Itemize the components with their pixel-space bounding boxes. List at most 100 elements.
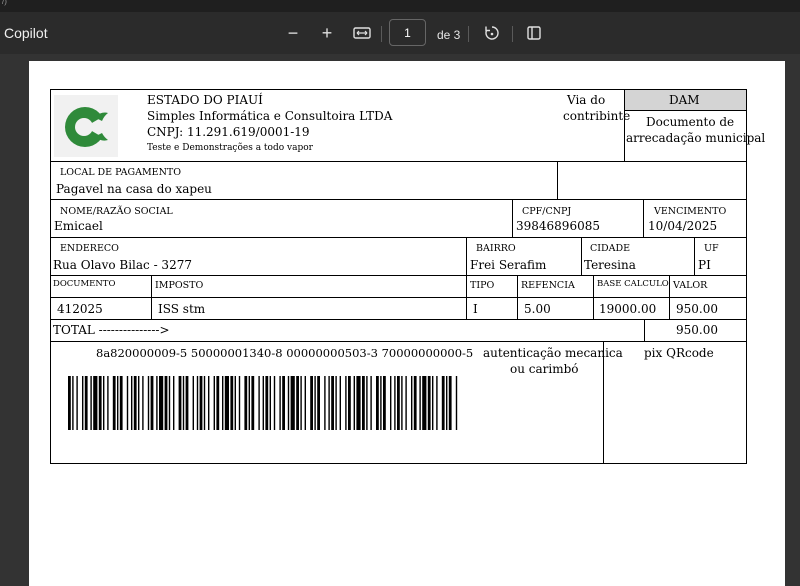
rule — [466, 275, 467, 319]
barcode-bar — [310, 376, 313, 430]
barcode-bar — [356, 376, 361, 430]
barcode-bar — [168, 376, 171, 430]
barcode — [68, 376, 458, 430]
auth-label-2: ou carimbó — [510, 362, 579, 376]
endereco-value: Rua Olavo Bilac - 3277 — [53, 258, 192, 272]
barcode-bar — [324, 376, 326, 430]
col-imposto: IMPOSTO — [155, 280, 204, 291]
cidade-value: Teresina — [584, 258, 636, 272]
page-view-button[interactable] — [521, 20, 547, 46]
barcode-bar — [133, 376, 137, 430]
barcode-bar — [411, 376, 413, 430]
barcode-bar — [216, 376, 220, 430]
barcode-bar — [317, 376, 320, 430]
rule — [581, 237, 582, 275]
row-tipo: I — [473, 302, 478, 316]
rule — [694, 237, 695, 275]
barcode-bar — [370, 376, 372, 430]
barcode-bar — [107, 376, 109, 430]
barcode-bar — [119, 376, 123, 430]
via-label-1: Via do — [567, 93, 606, 107]
barcode-bar — [401, 376, 403, 430]
barcode-bar — [93, 376, 98, 430]
uf-value: PI — [698, 258, 711, 272]
barcode-bar — [90, 376, 92, 430]
barcode-bar — [335, 376, 337, 430]
bairro-label: BAIRRO — [476, 243, 516, 254]
rule — [50, 341, 747, 342]
barcode-bar — [251, 376, 255, 430]
barcode-bar — [348, 376, 351, 430]
barcode-bar — [366, 376, 368, 430]
fit-width-icon — [353, 27, 371, 39]
total-label: TOTAL ---------------> — [53, 323, 170, 337]
barcode-bar — [131, 376, 133, 430]
page-count: de 3 — [437, 28, 461, 42]
barcode-bar — [230, 376, 234, 430]
barcode-bar — [84, 376, 88, 430]
auth-label-1: autenticação mecanica — [483, 346, 623, 360]
zoom-out-button[interactable]: − — [280, 20, 306, 46]
fit-width-button[interactable] — [349, 20, 375, 46]
col-documento: DOCUMENTO — [53, 279, 116, 289]
barcode-bar — [262, 376, 264, 430]
barcode-bar — [98, 376, 102, 430]
barcode-bar — [178, 376, 182, 430]
col-tipo: TIPO — [470, 280, 495, 291]
rule — [643, 199, 644, 237]
nome-label: NOME/RAZÃO SOCIAL — [60, 206, 173, 217]
zoom-in-button[interactable]: + — [314, 20, 340, 46]
page-number-input[interactable] — [389, 19, 426, 46]
company-name: Simples Informática e Consultoira LTDA — [147, 109, 393, 123]
barcode-bar — [413, 376, 417, 430]
barcode-bar — [138, 376, 140, 430]
barcode-bar — [279, 376, 281, 430]
barcode-bar — [300, 376, 302, 430]
rule — [50, 275, 747, 276]
company-logo — [54, 95, 118, 157]
nome-value: Emicael — [54, 219, 103, 233]
barcode-bar — [196, 376, 199, 430]
barcode-bar — [383, 376, 386, 430]
barcode-bar — [238, 376, 241, 430]
page-view-icon — [527, 26, 541, 40]
plus-icon: + — [321, 22, 333, 43]
barcode-bar — [273, 376, 276, 430]
barcode-bar — [164, 376, 168, 430]
barcode-bar — [213, 376, 215, 430]
barcode-bar — [203, 376, 206, 430]
barcode-bar — [328, 376, 330, 430]
barcode-bar — [436, 376, 438, 430]
barcode-bar — [173, 376, 175, 430]
company-tagline: Teste e Demonstrações a todo vapor — [147, 143, 313, 153]
barcode-bar — [222, 376, 224, 430]
barcode-bar — [441, 376, 445, 430]
uf-label: UF — [704, 243, 719, 254]
rule — [50, 237, 747, 238]
barcode-bar — [156, 376, 158, 430]
barcode-bar — [72, 376, 74, 430]
rotate-button[interactable] — [479, 20, 505, 46]
barcode-bar — [390, 376, 392, 430]
minus-icon: − — [287, 22, 299, 43]
barcode-bar — [339, 376, 341, 430]
rule — [669, 275, 670, 319]
barcode-bar — [68, 376, 71, 430]
barcode-bar — [159, 376, 164, 430]
rule — [512, 199, 513, 237]
app-title: Copilot — [4, 25, 48, 41]
total-value: 950.00 — [676, 323, 718, 337]
cpf-value: 39846896085 — [516, 219, 600, 233]
barcode-bar — [331, 376, 334, 430]
toolbar-divider — [381, 26, 382, 42]
barcode-bar — [282, 376, 285, 430]
doc-type-2: arrecadação municipal — [626, 131, 766, 145]
barcode-bar — [419, 376, 421, 430]
via-label-2: contribinte — [563, 109, 631, 123]
rule — [517, 275, 518, 319]
barcode-bar — [345, 376, 347, 430]
barcode-bar — [290, 376, 295, 430]
rotate-icon — [485, 26, 499, 40]
barcode-bar — [103, 376, 105, 430]
barcode-bar — [448, 376, 452, 430]
